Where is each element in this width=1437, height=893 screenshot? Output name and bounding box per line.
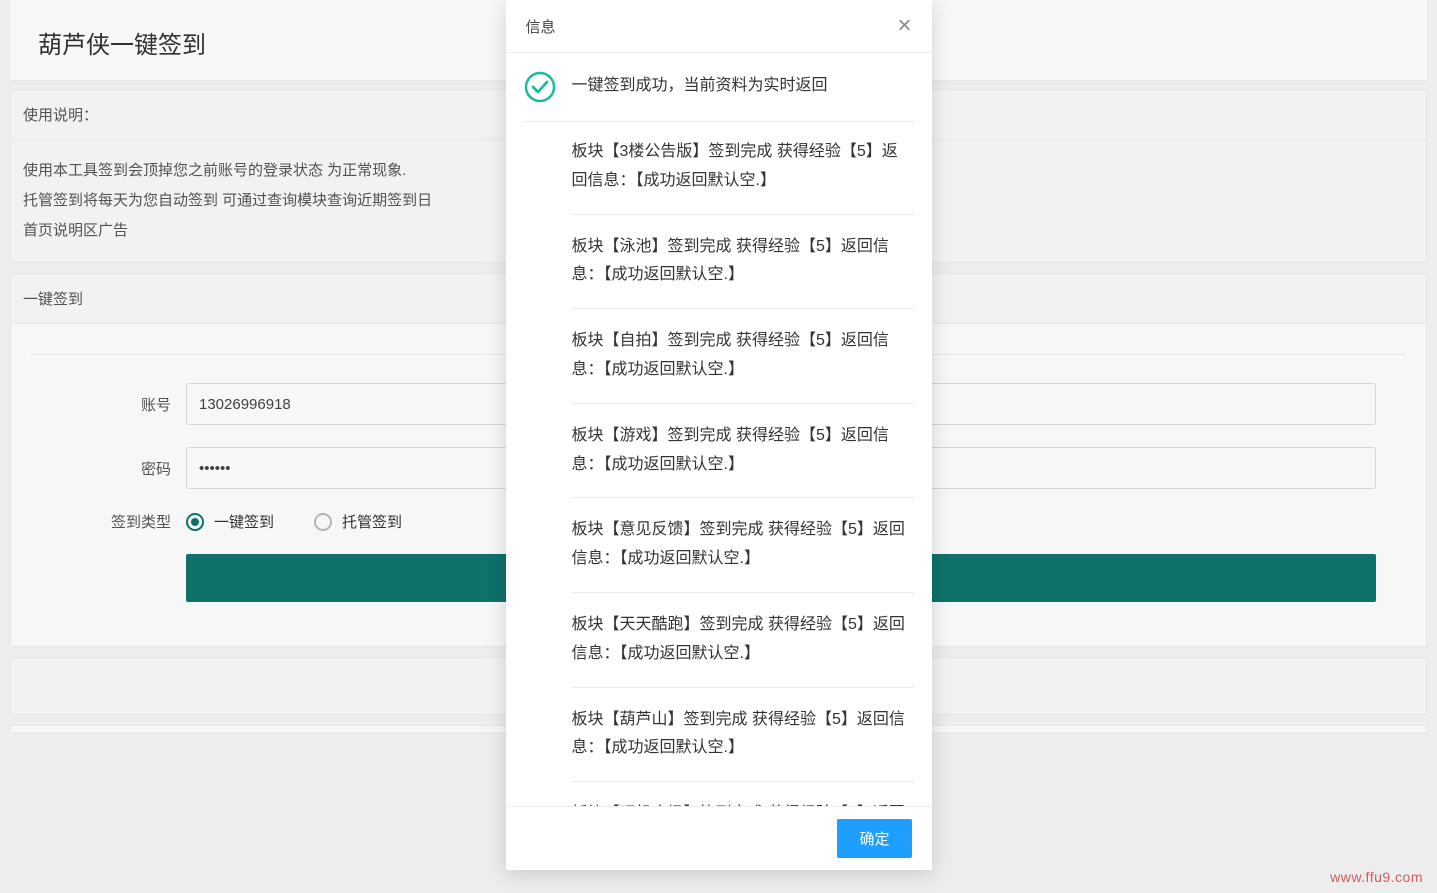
result-item: 板块【意见反馈】签到完成 获得经验【5】返回信息：【成功返回默认空.】 [572, 516, 914, 593]
result-item: 板块【游戏】签到完成 获得经验【5】返回信息：【成功返回默认空.】 [572, 422, 914, 499]
watermark: www.ffu9.com [1330, 869, 1423, 885]
modal-title: 信息 [526, 16, 556, 37]
result-item: 板块【自拍】签到完成 获得经验【5】返回信息：【成功返回默认空.】 [572, 327, 914, 404]
confirm-button[interactable]: 确定 [837, 819, 911, 858]
result-item: 板块【天天酷跑】签到完成 获得经验【5】返回信息：【成功返回默认空.】 [572, 611, 914, 688]
close-icon[interactable]: × [897, 14, 911, 38]
modal-body[interactable]: 一键签到成功，当前资料为实时返回 板块【3楼公告版】签到完成 获得经验【5】返回… [506, 53, 932, 806]
info-modal: 信息 × 一键签到成功，当前资料为实时返回 板块【3楼公告版】签到完成 获得经验… [506, 0, 932, 870]
modal-overlay: 信息 × 一键签到成功，当前资料为实时返回 板块【3楼公告版】签到完成 获得经验… [0, 0, 1437, 893]
result-item: 板块【3楼公告版】签到完成 获得经验【5】返回信息：【成功返回默认空.】 [572, 138, 914, 215]
result-item: 板块【泳池】签到完成 获得经验【5】返回信息：【成功返回默认空.】 [572, 233, 914, 310]
success-check-icon [524, 71, 556, 103]
modal-headline: 一键签到成功，当前资料为实时返回 [572, 73, 828, 103]
result-item: 板块【葫芦山】签到完成 获得经验【5】返回信息：【成功返回默认空.】 [572, 706, 914, 783]
